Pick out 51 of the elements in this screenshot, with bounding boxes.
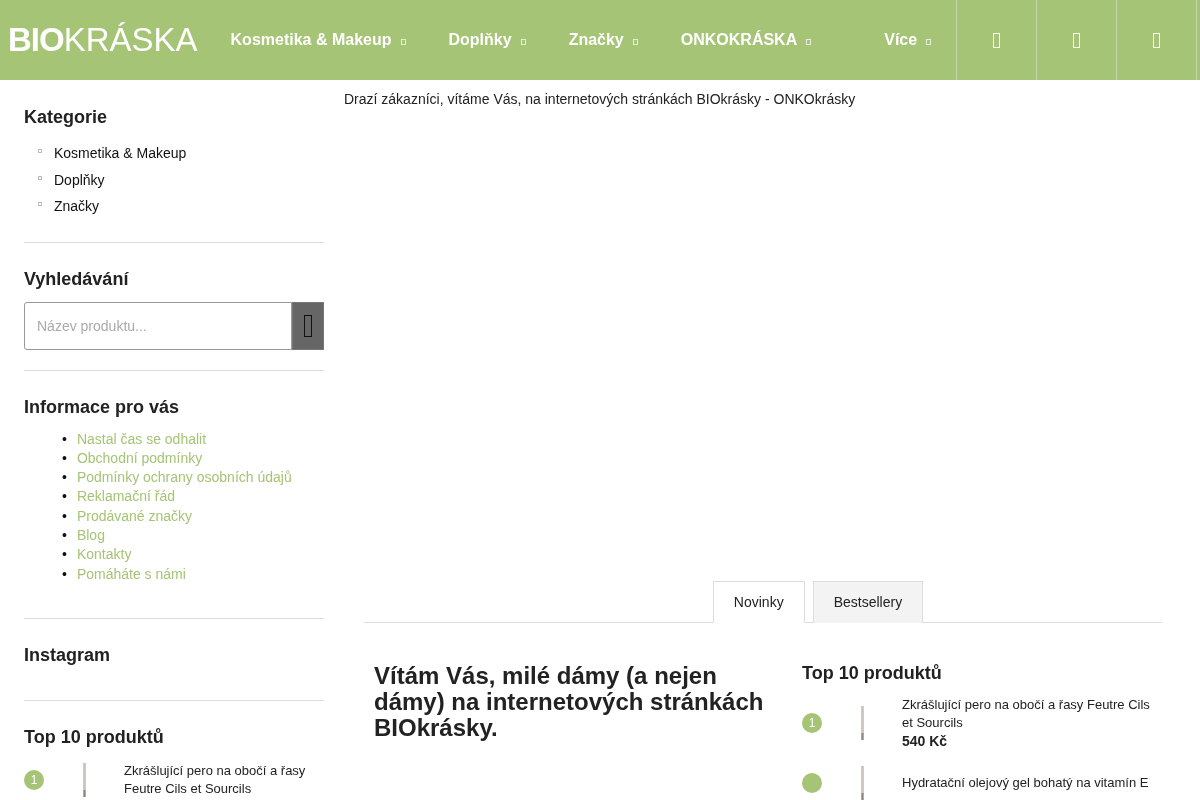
bullet: • xyxy=(61,545,67,565)
bullet: • xyxy=(61,564,67,584)
tab[interactable]: Bestsellery xyxy=(812,581,924,623)
info-link[interactable]: Obchodní podmínky xyxy=(76,448,203,469)
bullet-icon xyxy=(38,202,42,207)
info-link[interactable]: Prodávané značky xyxy=(76,506,193,526)
search-field[interactable]: Název produktu... xyxy=(24,301,292,350)
rank-badge: 1 xyxy=(802,712,822,733)
nav-link[interactable]: Více xyxy=(884,31,932,49)
info-link[interactable]: Pomáháte s námi xyxy=(76,564,186,584)
category-link[interactable]: Značky xyxy=(54,198,100,215)
section-heading: Informace pro vás xyxy=(24,396,181,418)
tab[interactable]: Novinky xyxy=(712,581,805,623)
welcome-text: Drazí zákazníci, vítáme Vás, na internetových stránkách BIOkrásky - ONKOkrásky xyxy=(344,91,857,109)
search-button[interactable] xyxy=(292,301,324,350)
product-price: 540 Kč xyxy=(902,733,949,749)
nav-link[interactable]: Doplňky xyxy=(448,31,526,49)
info-link[interactable]: Podmínky ochrany osobních údajů xyxy=(76,468,292,488)
bullet-icon xyxy=(38,175,42,180)
info-link[interactable]: Kontakty xyxy=(76,545,132,565)
category-link[interactable]: Kosmetika & Makeup xyxy=(54,145,187,162)
nav-link[interactable]: ONKOKRÁSKA xyxy=(680,31,812,49)
page-heading: Vítám Vás, milé dámy (a nejen dámy) na internetových stránkách BIOkrásky. xyxy=(374,663,765,743)
product-link[interactable]: Zkrášlující pero na obočí a řasy Feutre Cils et Sourcils xyxy=(124,761,324,798)
section-heading: Vyhledávání xyxy=(24,268,130,290)
bullet: • xyxy=(61,506,67,526)
category-link[interactable]: Doplňky xyxy=(54,171,105,188)
info-link[interactable]: Blog xyxy=(76,526,105,546)
info-link[interactable]: Reklamační řád xyxy=(76,487,175,507)
section-heading: Kategorie xyxy=(24,107,109,128)
nav-link[interactable]: Kosmetika & Makeup xyxy=(230,31,406,49)
section-heading: Instagram xyxy=(24,644,112,666)
bullet: • xyxy=(61,487,67,507)
glyph-box-icon xyxy=(1153,32,1160,48)
nav-link[interactable]: Značky xyxy=(568,31,638,49)
bullet: • xyxy=(61,468,67,488)
glyph-box-icon xyxy=(304,314,312,337)
rank-badge xyxy=(802,773,822,793)
info-link[interactable]: Nastal čas se odhalit xyxy=(76,429,207,449)
section-heading: Top 10 produktů xyxy=(24,726,165,748)
glyph-box-icon xyxy=(993,32,1000,48)
bullet: • xyxy=(61,429,67,449)
product-link[interactable]: Zkrášlující pero na obočí a řasy Feutre Cils et Sourcils xyxy=(902,696,1162,732)
section-heading: Top 10 produktů xyxy=(802,663,943,684)
rank-badge: 1 xyxy=(24,769,44,790)
bullet: • xyxy=(61,526,67,545)
product-link[interactable]: Hydratační olejový gel bohatý na vitamín E xyxy=(902,774,1149,792)
bullet-icon xyxy=(38,149,42,154)
bullet: • xyxy=(61,448,67,468)
logo[interactable]: BIOKRÁSKA xyxy=(6,20,202,60)
glyph-box-icon xyxy=(1073,32,1080,48)
